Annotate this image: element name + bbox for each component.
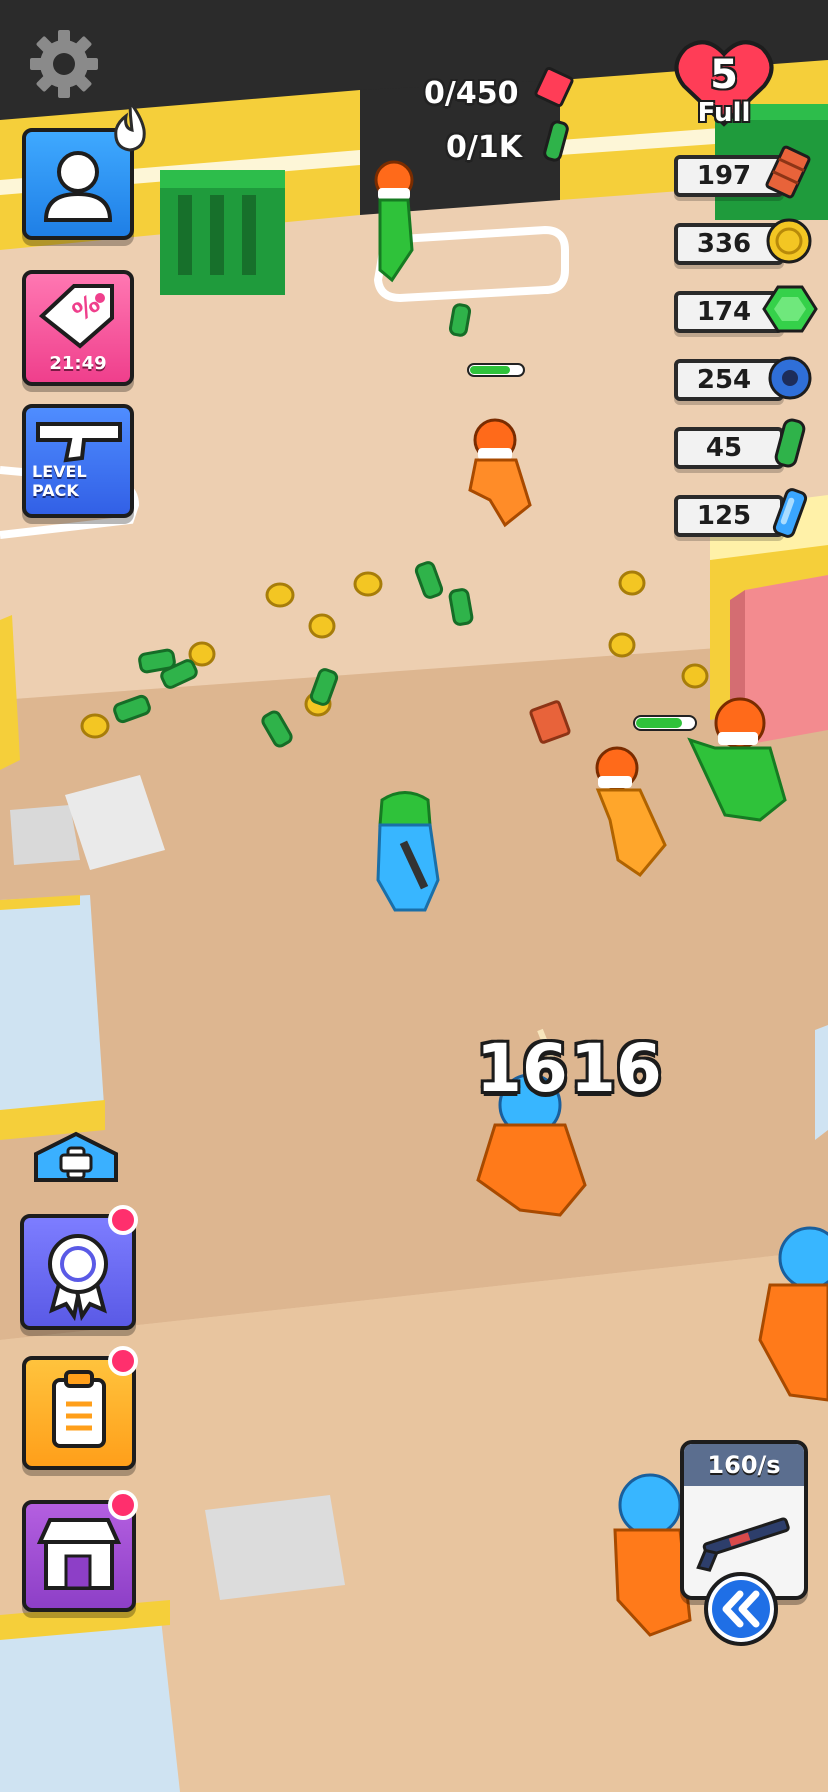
lives-count: 5 [710,52,738,98]
blue-crystal-icon [768,484,812,544]
game-scene[interactable]: % 21:49 LEVEL PACK 0/450 0/1K 5 Full 197… [0,0,828,1792]
switch-weapon-button[interactable] [704,1572,778,1646]
pistol-icon [36,422,122,463]
level-pack-label: LEVEL PACK [32,462,87,500]
sale-offer-button[interactable]: % 21:49 [22,270,134,386]
brick-count: 197 [696,161,752,191]
shotgun-icon [696,1517,790,1572]
tape-count: 254 [696,365,752,395]
coin-count: 336 [696,229,752,259]
damage-number: 16 [570,1030,662,1107]
level-pack-button[interactable]: LEVEL PACK [22,404,134,518]
sale-timer: 21:49 [49,353,107,374]
cash-roll-icon [770,414,810,474]
cash-resource: 45 [674,427,784,469]
clipboard-icon [52,1370,106,1448]
medical-button[interactable] [30,1130,122,1186]
settings-gear-icon[interactable] [26,26,102,102]
flame-icon [108,97,152,152]
brick-icon [762,144,814,200]
double-chevron-left-icon [722,1590,760,1628]
orange-prisoner [613,1473,692,1637]
store-icon [36,1518,122,1590]
lives-heart[interactable]: 5 Full [672,36,776,132]
brick-capacity-counter: 0/450 [424,76,519,111]
notification-dot [108,1490,138,1520]
weapon-rate-header: 160/s [684,1444,804,1486]
green-gem-icon [762,283,818,335]
crystal-count: 125 [696,501,752,531]
weapon-fire-rate: 160/s [707,1451,781,1479]
gem-count: 174 [696,297,752,327]
green-gate-left [160,170,285,295]
medal-ribbon-icon [48,1234,108,1322]
duct-tape-icon [766,354,814,402]
player-guard [376,791,440,912]
damage-number: 16 [476,1030,568,1107]
cash-count: 45 [705,433,743,463]
medical-cross-icon [34,1131,118,1182]
sale-tag-icon: % [38,284,114,349]
cash-icon [538,118,574,166]
notification-dot [108,1205,138,1235]
cash-capacity-counter: 0/1K [446,130,522,165]
lives-status: Full [697,98,751,128]
notification-dot [108,1346,138,1376]
brick-icon [532,66,576,110]
gold-coin-icon [764,216,814,266]
